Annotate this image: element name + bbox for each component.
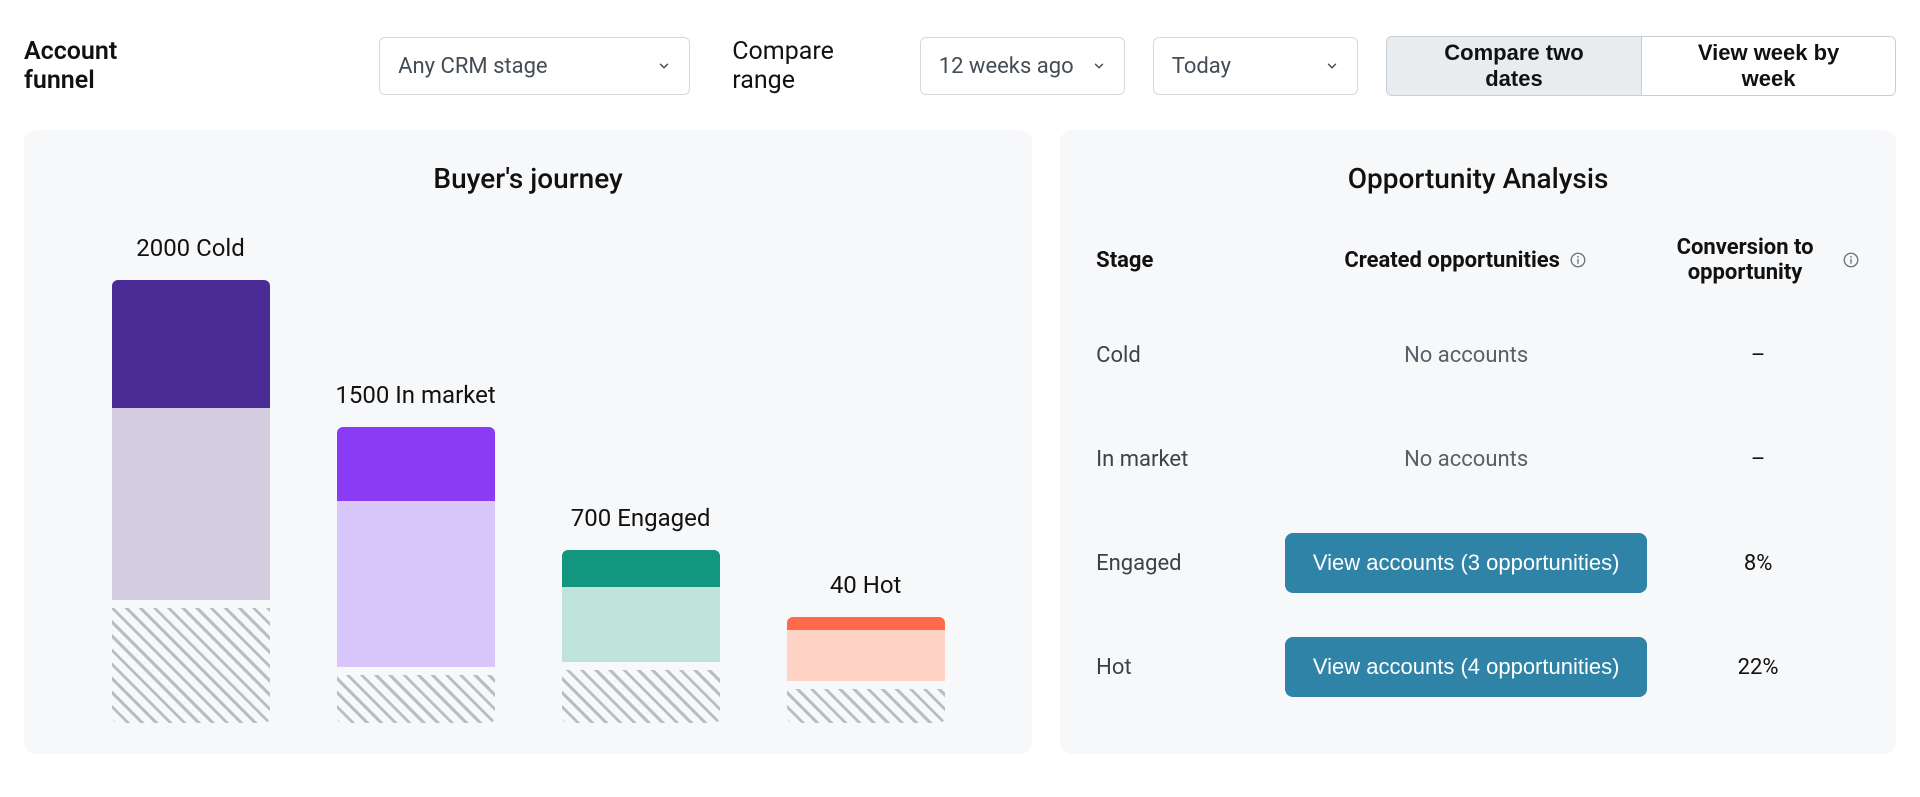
bar-label: 700 Engaged — [571, 504, 711, 532]
opportunity-table-head: Stage Created opportunities Conversion t… — [1096, 235, 1860, 285]
range-end-select[interactable]: Today — [1153, 37, 1358, 95]
topbar: Account funnel Any CRM stage Compare ran… — [24, 36, 1896, 96]
view-toggle-group: Compare two dates View week by week — [1386, 36, 1896, 96]
opportunity-conversion: 8% — [1656, 551, 1860, 576]
opportunity-col-stage: Stage — [1096, 248, 1276, 273]
opportunity-conversion: – — [1656, 343, 1860, 368]
bar-segment-top — [787, 617, 945, 630]
bar-stack[interactable] — [337, 427, 495, 667]
opportunity-col-conversion-label: Conversion to opportunity — [1656, 235, 1834, 285]
range-start-select[interactable]: 12 weeks ago — [920, 37, 1125, 95]
opportunity-created: No accounts — [1276, 447, 1656, 472]
page-title: Account funnel — [24, 37, 191, 95]
chevron-down-icon — [1092, 59, 1106, 73]
opportunity-created: View accounts (3 opportunities) — [1276, 533, 1656, 593]
range-end-value: Today — [1172, 54, 1325, 79]
bar-col-cold: 2000 Cold — [112, 234, 270, 723]
bar-col-hot: 40 Hot — [787, 571, 945, 723]
opportunity-row: ColdNo accounts– — [1096, 303, 1860, 407]
bar-segment-hatched — [337, 675, 495, 723]
view-accounts-button[interactable]: View accounts (3 opportunities) — [1285, 533, 1648, 593]
opportunity-created: View accounts (4 opportunities) — [1276, 637, 1656, 697]
opportunity-col-conversion: Conversion to opportunity — [1656, 235, 1860, 285]
opportunity-title: Opportunity Analysis — [1096, 162, 1860, 195]
bar-col-engaged: 700 Engaged — [562, 504, 720, 723]
range-start-value: 12 weeks ago — [939, 54, 1092, 79]
buyers-journey-chart: 2000 Cold 1500 In market 700 Engaged 40 Hot — [60, 213, 996, 723]
bar-label: 1500 In market — [335, 381, 495, 409]
opportunity-panel: Opportunity Analysis Stage Created oppor… — [1060, 130, 1896, 754]
opportunity-stage: Hot — [1096, 655, 1276, 680]
bar-segment-top — [562, 550, 720, 587]
opportunity-col-created: Created opportunities — [1276, 248, 1656, 273]
buyers-journey-title: Buyer's journey — [60, 162, 996, 195]
bar-segment-bottom — [787, 630, 945, 681]
opportunity-stage: Cold — [1096, 343, 1276, 368]
compare-range-label: Compare range — [732, 37, 899, 95]
opportunity-col-created-label: Created opportunities — [1344, 248, 1560, 273]
info-icon[interactable] — [1842, 250, 1860, 270]
bar-label: 2000 Cold — [136, 234, 245, 262]
toggle-week-by-week[interactable]: View week by week — [1641, 37, 1895, 95]
crm-stage-select[interactable]: Any CRM stage — [379, 37, 690, 95]
view-accounts-button[interactable]: View accounts (4 opportunities) — [1285, 637, 1648, 697]
opportunity-conversion: 22% — [1656, 655, 1860, 680]
toggle-compare-dates[interactable]: Compare two dates — [1387, 37, 1641, 95]
bar-segment-bottom — [337, 501, 495, 667]
opportunity-conversion: – — [1656, 447, 1860, 472]
bar-segment-top — [337, 427, 495, 501]
opportunity-stage: In market — [1096, 447, 1276, 472]
opportunity-row: In marketNo accounts– — [1096, 407, 1860, 511]
crm-stage-value: Any CRM stage — [398, 54, 657, 79]
bar-stack[interactable] — [112, 280, 270, 600]
buyers-journey-panel: Buyer's journey 2000 Cold 1500 In market 7… — [24, 130, 1032, 754]
opportunity-row: Engaged View accounts (3 opportunities) 8% — [1096, 511, 1860, 615]
opportunity-stage: Engaged — [1096, 551, 1276, 576]
info-icon[interactable] — [1568, 250, 1588, 270]
bar-segment-hatched — [112, 608, 270, 723]
bar-segment-bottom — [112, 408, 270, 600]
bar-col-in-market: 1500 In market — [337, 381, 495, 723]
chevron-down-icon — [657, 59, 671, 73]
bar-stack[interactable] — [562, 550, 720, 662]
bar-segment-top — [112, 280, 270, 408]
bar-segment-hatched — [562, 670, 720, 723]
opportunity-row: Hot View accounts (4 opportunities) 22% — [1096, 615, 1860, 719]
panels: Buyer's journey 2000 Cold 1500 In market 7… — [24, 130, 1896, 754]
bar-label: 40 Hot — [830, 571, 902, 599]
bar-stack[interactable] — [787, 617, 945, 681]
bar-segment-hatched — [787, 689, 945, 723]
opportunity-table-body: ColdNo accounts–In marketNo accounts–Eng… — [1096, 303, 1860, 719]
bar-segment-bottom — [562, 587, 720, 662]
opportunity-created: No accounts — [1276, 343, 1656, 368]
chevron-down-icon — [1325, 59, 1339, 73]
